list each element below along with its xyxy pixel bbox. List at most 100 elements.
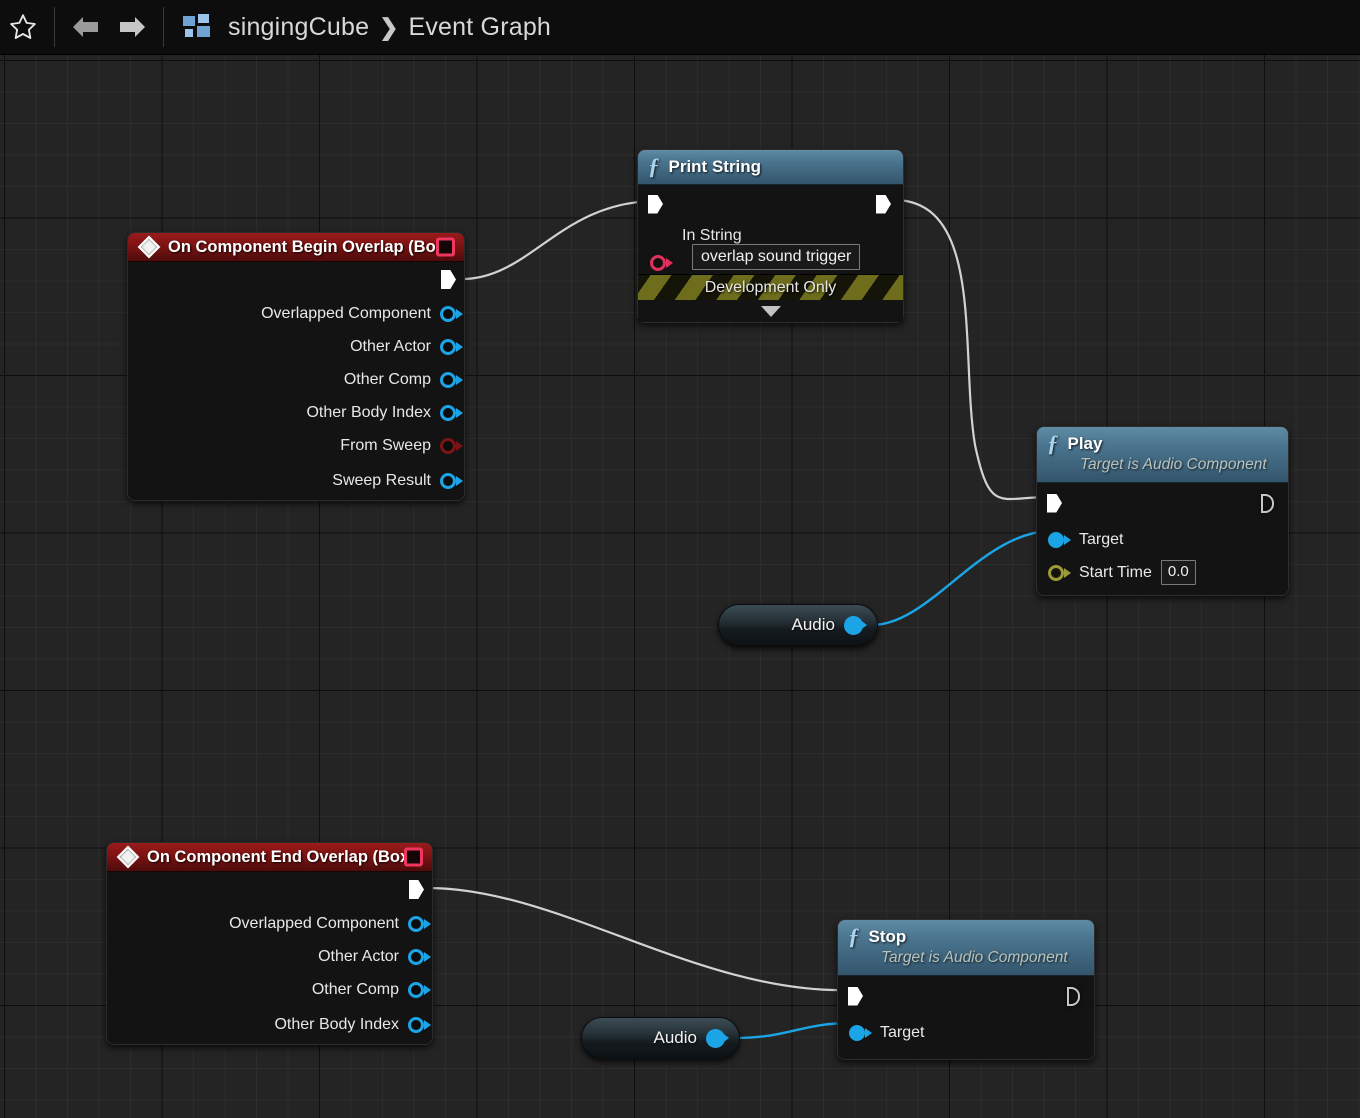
exec-in-pin[interactable] — [648, 194, 663, 214]
blueprint-event-graph-canvas[interactable]: On Component Begin Overlap (Box) Overlap… — [0, 55, 1360, 1118]
object-output-pin[interactable] — [706, 1028, 725, 1048]
pin-row-exec[interactable] — [1037, 483, 1288, 523]
node-body: Overlapped Component Other Actor Other C… — [107, 872, 432, 1044]
object-pin[interactable] — [408, 948, 424, 965]
exec-out-pin[interactable] — [1261, 493, 1274, 513]
pin-label: Overlapped Component — [229, 914, 399, 932]
pin-label: Other Actor — [318, 947, 399, 965]
pin-row-exec[interactable] — [638, 185, 903, 223]
pin-row-from-sweep[interactable]: From Sweep — [128, 429, 464, 462]
node-body: Overlapped Component Other Actor Other C… — [128, 262, 464, 500]
pin-row-sweep-result[interactable]: Sweep Result — [128, 462, 464, 500]
node-title: On Component Begin Overlap (Box) — [168, 237, 451, 256]
pin-row-other-actor[interactable]: Other Actor — [107, 940, 432, 973]
expand-collapse-row[interactable] — [638, 300, 903, 323]
event-diamond-icon — [116, 845, 140, 869]
node-audio-variable-bottom[interactable]: Audio — [581, 1017, 740, 1059]
pin-label: Target — [1079, 530, 1124, 548]
node-title: Stop — [868, 926, 907, 946]
pin-label: Other Body Index — [306, 403, 431, 421]
chevron-down-icon[interactable] — [760, 305, 781, 317]
pin-label: Target — [880, 1023, 925, 1041]
exec-out-pin[interactable] — [441, 270, 456, 289]
pin-row-other-comp[interactable]: Other Comp — [107, 973, 432, 1006]
development-only-label: Development Only — [704, 278, 837, 296]
exec-out-pin[interactable] — [409, 880, 424, 899]
object-pin[interactable] — [440, 473, 456, 489]
pin-row-exec[interactable] — [838, 976, 1094, 1016]
pin-label: Other Comp — [343, 370, 431, 388]
pin-row-other-body-index[interactable]: Other Body Index — [107, 1006, 432, 1044]
target-pin[interactable] — [1048, 531, 1064, 548]
node-audio-variable-top[interactable]: Audio — [718, 604, 878, 646]
pin-row-exec-out[interactable] — [128, 262, 464, 297]
delegate-pin-icon[interactable] — [436, 237, 455, 257]
object-pin[interactable] — [440, 338, 456, 355]
breadcrumb-separator: ❯ — [379, 13, 399, 40]
forward-arrow-icon[interactable] — [109, 4, 155, 50]
wire-audio-to-stop-target — [734, 1021, 853, 1040]
object-pin[interactable] — [408, 981, 424, 998]
object-pin[interactable] — [440, 404, 456, 421]
pin-label: From Sweep — [340, 436, 431, 454]
node-header[interactable]: On Component End Overlap (Box) — [107, 843, 432, 872]
delegate-pin-icon[interactable] — [404, 847, 423, 867]
in-string-group: In String overlap sound trigger — [638, 223, 903, 274]
pin-row-other-body-index[interactable]: Other Body Index — [128, 396, 464, 429]
pin-row-overlapped-component[interactable]: Overlapped Component — [107, 907, 432, 940]
node-header[interactable]: On Component Begin Overlap (Box) — [128, 233, 464, 262]
string-pin[interactable] — [650, 255, 666, 271]
node-stop[interactable]: ƒ Stop Target is Audio Component Target — [837, 919, 1095, 1060]
node-on-component-begin-overlap[interactable]: On Component Begin Overlap (Box) Overlap… — [127, 232, 465, 501]
object-pin[interactable] — [440, 305, 456, 322]
object-output-pin[interactable] — [844, 615, 863, 635]
exec-in-pin[interactable] — [848, 986, 863, 1006]
pin-row-overlapped-component[interactable]: Overlapped Component — [128, 297, 464, 330]
object-pin[interactable] — [440, 371, 456, 388]
target-pin[interactable] — [849, 1024, 865, 1041]
node-title: Print String — [668, 156, 762, 176]
pin-row-start-time[interactable]: Start Time 0.0 — [1037, 556, 1288, 589]
exec-in-pin[interactable] — [1047, 493, 1062, 513]
node-play[interactable]: ƒ Play Target is Audio Component Target … — [1036, 426, 1289, 596]
wire-begin-overlap-to-print-string — [461, 199, 656, 281]
in-string-input[interactable]: overlap sound trigger — [692, 244, 861, 270]
node-print-string[interactable]: ƒ Print String In String overlap sound t… — [637, 149, 904, 324]
toolbar-divider-1 — [54, 7, 55, 47]
wire-end-overlap-to-stop — [427, 886, 853, 992]
node-subtitle: Target is Audio Component — [1080, 456, 1267, 473]
float-pin[interactable] — [1048, 564, 1064, 581]
node-header[interactable]: ƒ Stop Target is Audio Component — [838, 920, 1094, 976]
pin-label: Overlapped Component — [261, 304, 431, 322]
breadcrumb-root[interactable]: singingCube — [228, 13, 369, 42]
pin-row-target[interactable]: Target — [1037, 523, 1288, 556]
in-string-label: In String — [682, 227, 742, 244]
pin-row-target[interactable]: Target — [838, 1016, 1094, 1049]
breadcrumb-leaf[interactable]: Event Graph — [408, 13, 551, 42]
star-icon[interactable] — [0, 4, 46, 50]
back-arrow-icon[interactable] — [63, 4, 109, 50]
development-only-banner: Development Only — [638, 274, 903, 301]
editor-toolbar: singingCube ❯ Event Graph — [0, 0, 1360, 55]
pin-row-other-comp[interactable]: Other Comp — [128, 363, 464, 396]
node-body: Target — [838, 976, 1094, 1059]
function-icon: ƒ — [1047, 431, 1059, 456]
object-pin[interactable] — [408, 915, 424, 932]
pin-row-exec-out[interactable] — [107, 872, 432, 907]
pin-label: Other Body Index — [274, 1016, 399, 1033]
variable-label: Audio — [653, 1028, 697, 1047]
node-body: Target Start Time 0.0 — [1037, 483, 1288, 595]
pin-label: Other Comp — [311, 980, 399, 998]
node-header[interactable]: ƒ Print String — [638, 150, 903, 185]
exec-out-pin[interactable] — [1067, 986, 1080, 1006]
node-body: In String overlap sound trigger Developm… — [638, 185, 903, 323]
object-pin[interactable] — [408, 1017, 424, 1033]
exec-out-pin[interactable] — [876, 194, 891, 214]
boolean-pin[interactable] — [440, 437, 456, 454]
pin-row-other-actor[interactable]: Other Actor — [128, 330, 464, 363]
wire-audio-to-play-target — [871, 529, 1051, 627]
node-header[interactable]: ƒ Play Target is Audio Component — [1037, 427, 1288, 483]
start-time-input[interactable]: 0.0 — [1160, 560, 1196, 585]
function-icon: ƒ — [848, 924, 860, 949]
node-on-component-end-overlap[interactable]: On Component End Overlap (Box) Overlappe… — [106, 842, 433, 1045]
